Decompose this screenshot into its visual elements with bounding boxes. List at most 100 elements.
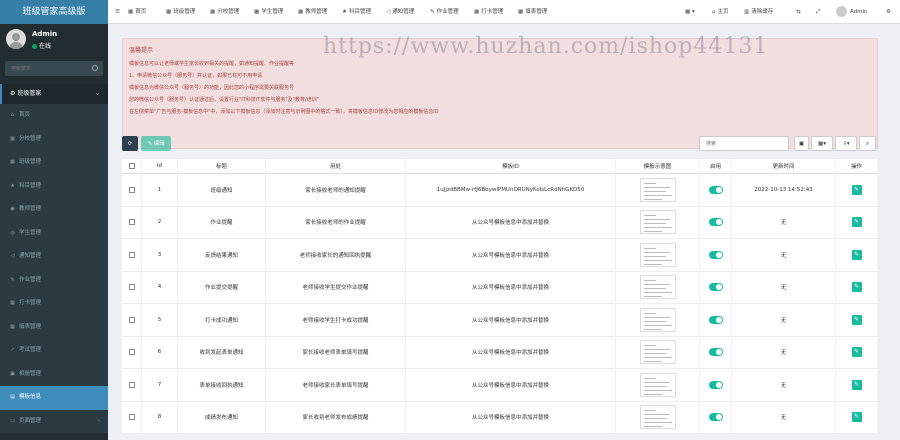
column-header[interactable]: Id bbox=[142, 159, 178, 173]
row-select-cell[interactable] bbox=[122, 239, 142, 271]
template-preview-image[interactable] bbox=[639, 307, 676, 332]
edit-icon[interactable]: ✎ bbox=[851, 347, 862, 358]
template-preview-image[interactable] bbox=[639, 177, 676, 202]
export-dropdown-icon[interactable]: ⇩▾ bbox=[835, 136, 857, 151]
enable-toggle[interactable] bbox=[708, 185, 723, 194]
edit-icon[interactable]: ✎ bbox=[851, 379, 862, 390]
column-header[interactable]: 模板ID bbox=[406, 159, 616, 173]
row-checkbox[interactable] bbox=[128, 186, 135, 193]
cell-enabled[interactable] bbox=[700, 369, 732, 401]
checkbox[interactable] bbox=[128, 163, 135, 169]
column-header[interactable]: 启用 bbox=[700, 159, 732, 173]
sidebar-item[interactable]: ✎ 作业管理 bbox=[0, 268, 108, 292]
top-nav-item[interactable]: ▦ 填表管理 bbox=[518, 0, 547, 24]
refresh-button[interactable]: ⟳ bbox=[122, 136, 138, 151]
cell-enabled[interactable] bbox=[700, 206, 732, 238]
column-header[interactable]: 更新时间 bbox=[732, 159, 836, 173]
cell-enabled[interactable] bbox=[700, 239, 732, 271]
toggle-view-icon[interactable]: ▣ bbox=[794, 136, 809, 151]
cell-preview[interactable] bbox=[616, 206, 700, 238]
settings-icon[interactable]: ⚙ bbox=[886, 0, 891, 24]
search-icon[interactable] bbox=[92, 65, 98, 71]
row-checkbox[interactable] bbox=[128, 381, 135, 388]
cell-actions[interactable]: ✎ bbox=[836, 206, 878, 238]
cell-preview[interactable] bbox=[616, 174, 700, 206]
edit-icon[interactable]: ✎ bbox=[851, 217, 862, 228]
columns-dropdown-icon[interactable]: ▦▾ bbox=[811, 136, 833, 151]
layout-dropdown-icon[interactable]: ▦ ▾ bbox=[685, 0, 695, 24]
top-nav-item[interactable]: ✎ 作业管理 bbox=[430, 0, 459, 24]
sidebar-item[interactable]: ▦ 分校管理 bbox=[0, 127, 108, 151]
cell-preview[interactable] bbox=[616, 239, 700, 271]
top-nav-item[interactable]: ▦ 教师管理 bbox=[298, 0, 327, 24]
sidebar-item[interactable]: ◉ 教师管理 bbox=[0, 198, 108, 222]
row-checkbox[interactable] bbox=[128, 219, 135, 226]
cell-preview[interactable] bbox=[616, 271, 700, 303]
table-search-input[interactable] bbox=[699, 136, 789, 151]
sidebar-item[interactable]: ▦ 打卡管理 bbox=[0, 292, 108, 316]
cell-actions[interactable]: ✎ bbox=[836, 174, 878, 206]
sidebar-item[interactable]: ▦ 填表管理 bbox=[0, 315, 108, 339]
row-checkbox[interactable] bbox=[128, 414, 135, 421]
sidebar-item[interactable]: ▣ 相册管理 bbox=[0, 362, 108, 386]
template-preview-image[interactable] bbox=[639, 372, 676, 397]
template-preview-image[interactable] bbox=[639, 275, 676, 300]
cell-preview[interactable] bbox=[616, 401, 700, 433]
cell-preview[interactable] bbox=[616, 336, 700, 368]
row-checkbox[interactable] bbox=[128, 349, 135, 356]
cell-enabled[interactable] bbox=[700, 174, 732, 206]
enable-toggle[interactable] bbox=[708, 218, 723, 227]
column-header[interactable]: 用处 bbox=[266, 159, 406, 173]
column-header[interactable]: 操作 bbox=[836, 159, 878, 173]
language-icon[interactable]: ⇆ bbox=[796, 0, 801, 24]
enable-toggle[interactable] bbox=[708, 283, 723, 292]
edit-icon[interactable]: ✎ bbox=[851, 412, 862, 423]
enable-toggle[interactable] bbox=[708, 413, 723, 422]
cell-actions[interactable]: ✎ bbox=[836, 336, 878, 368]
top-nav-item[interactable]: ▦ 打卡管理 bbox=[474, 0, 503, 24]
row-select-cell[interactable] bbox=[122, 304, 142, 336]
home-link[interactable]: ⌂ 主页 bbox=[712, 0, 729, 24]
cell-actions[interactable]: ✎ bbox=[836, 239, 878, 271]
enable-toggle[interactable] bbox=[708, 250, 723, 259]
row-select-cell[interactable] bbox=[122, 336, 142, 368]
top-nav-item[interactable]: ▦ 分校管理 bbox=[210, 0, 239, 24]
select-all-checkbox[interactable] bbox=[122, 159, 142, 173]
template-preview-image[interactable] bbox=[639, 340, 676, 365]
sidebar-item[interactable]: ◁ 通知管理 bbox=[0, 245, 108, 269]
cell-enabled[interactable] bbox=[700, 271, 732, 303]
edit-icon[interactable]: ✎ bbox=[851, 184, 862, 195]
sidebar-item[interactable]: ⌂ 首页 bbox=[0, 104, 108, 128]
sidebar-search-input[interactable] bbox=[5, 61, 85, 76]
sidebar-item[interactable]: ✓ 考试管理 bbox=[0, 339, 108, 363]
top-nav-item[interactable]: ▦ 首页 bbox=[128, 0, 146, 24]
sidebar-item[interactable]: ▤ 模板信息 bbox=[0, 386, 108, 410]
cell-preview[interactable] bbox=[616, 369, 700, 401]
cell-enabled[interactable] bbox=[700, 401, 732, 433]
row-checkbox[interactable] bbox=[128, 316, 135, 323]
sidebar-item[interactable]: ◎ 学生管理 bbox=[0, 221, 108, 245]
cell-actions[interactable]: ✎ bbox=[836, 304, 878, 336]
enable-toggle[interactable] bbox=[708, 348, 723, 357]
edit-button[interactable]: ✎ 编辑 bbox=[141, 136, 171, 151]
template-preview-image[interactable] bbox=[639, 210, 676, 235]
top-nav-item[interactable]: ▦ 学生管理 bbox=[254, 0, 283, 24]
brand-title[interactable]: 班级管家高级版 bbox=[0, 0, 108, 24]
enable-toggle[interactable] bbox=[708, 380, 723, 389]
column-header[interactable]: 模板示意图 bbox=[616, 159, 700, 173]
top-nav-item[interactable]: ★ 科目管理 bbox=[342, 0, 371, 24]
cell-enabled[interactable] bbox=[700, 304, 732, 336]
cell-preview[interactable] bbox=[616, 304, 700, 336]
row-select-cell[interactable] bbox=[122, 369, 142, 401]
menu-toggle-icon[interactable]: ☰ bbox=[115, 0, 120, 24]
advanced-search-icon[interactable]: ⌕ bbox=[859, 136, 876, 151]
template-preview-image[interactable] bbox=[639, 242, 676, 267]
cell-actions[interactable]: ✎ bbox=[836, 271, 878, 303]
edit-icon[interactable]: ✎ bbox=[851, 314, 862, 325]
row-checkbox[interactable] bbox=[128, 251, 135, 258]
cell-actions[interactable]: ✎ bbox=[836, 369, 878, 401]
edit-icon[interactable]: ✎ bbox=[851, 249, 862, 260]
top-nav-item[interactable]: ◁ 通知管理 bbox=[386, 0, 414, 24]
row-select-cell[interactable] bbox=[122, 271, 142, 303]
edit-icon[interactable]: ✎ bbox=[851, 282, 862, 293]
